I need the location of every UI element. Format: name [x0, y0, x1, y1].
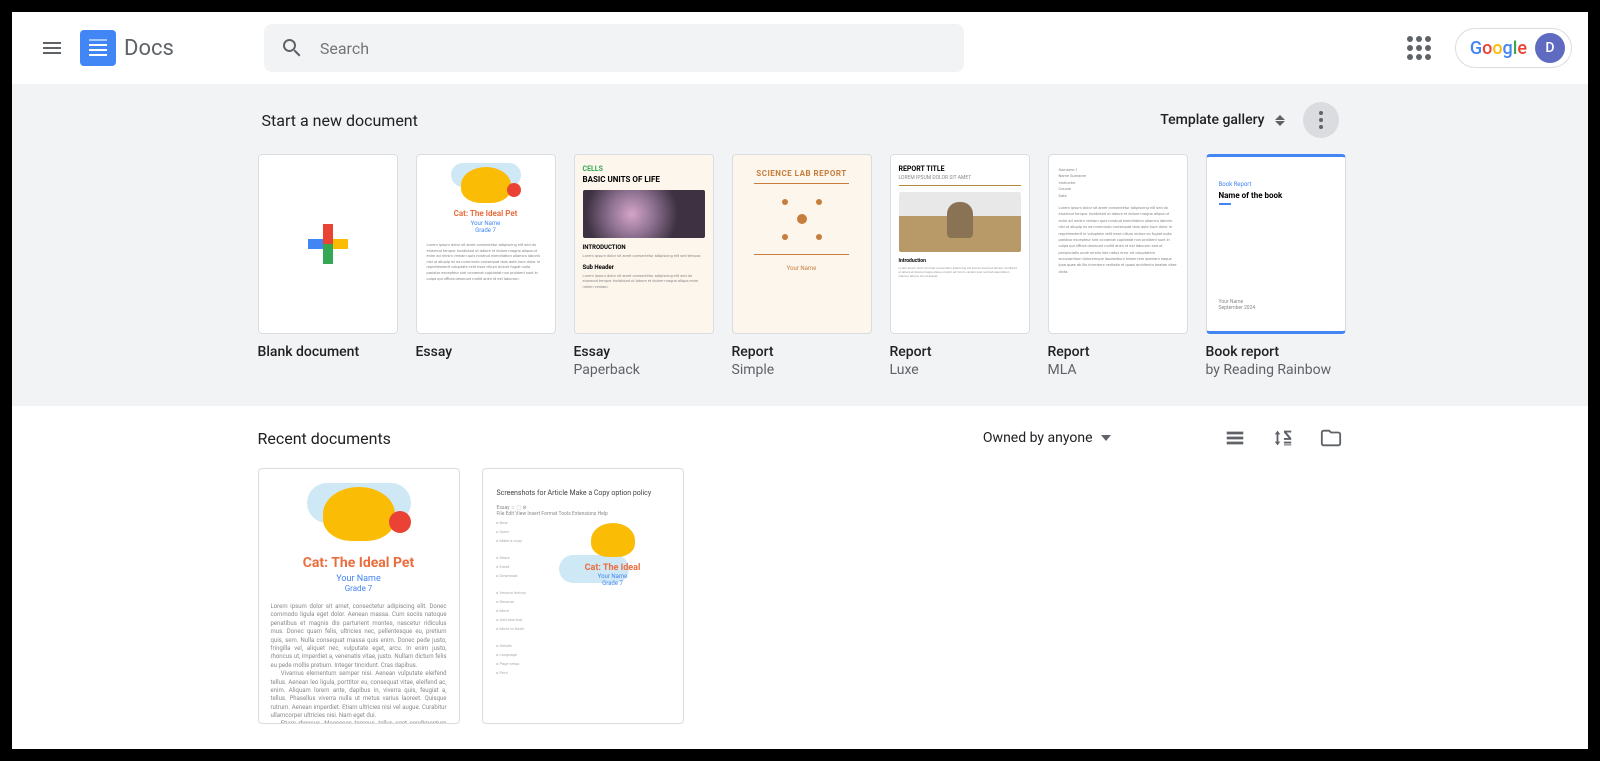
template-subtitle: Paperback: [574, 362, 714, 378]
template-name: Report: [890, 344, 1030, 360]
list-icon: [1224, 427, 1246, 449]
docs-logo-icon: [80, 30, 116, 66]
template-name: Report: [1048, 344, 1188, 360]
templates-row: Blank document Cat: The Ideal Pet Your N…: [258, 154, 1343, 378]
template-essay[interactable]: Cat: The Ideal Pet Your Name Grade 7 Lor…: [416, 154, 556, 378]
google-apps-button[interactable]: [1399, 28, 1439, 68]
sort-button[interactable]: [1271, 426, 1295, 450]
caret-down-icon: [1101, 435, 1111, 441]
header-right: Google D: [1399, 28, 1572, 68]
template-essay-paperback[interactable]: CELLS BASIC UNITS OF LIFE INTRODUCTION L…: [574, 154, 714, 378]
template-report-luxe[interactable]: REPORT TITLE LOREM IPSUM DOLOR SIT AMET …: [890, 154, 1030, 378]
folder-icon: [1320, 427, 1342, 449]
template-subtitle: by Reading Rainbow: [1206, 362, 1346, 378]
search-input[interactable]: [320, 39, 948, 58]
template-name: Essay: [416, 344, 556, 360]
plus-icon: [308, 224, 348, 264]
more-vert-icon: [1319, 111, 1323, 129]
hamburger-icon: [40, 36, 64, 60]
main-menu-button[interactable]: [28, 24, 76, 72]
template-book-report[interactable]: Book Report Name of the book Your NameSe…: [1206, 154, 1346, 378]
template-report-mla[interactable]: Surname 1Name SurnameInstructorCourseDat…: [1048, 154, 1188, 378]
sort-az-icon: [1272, 427, 1294, 449]
recent-document[interactable]: Screenshots for Article Make a Copy opti…: [482, 468, 684, 724]
template-name: Book report: [1206, 344, 1346, 360]
template-subtitle: Simple: [732, 362, 872, 378]
templates-title: Start a new document: [262, 111, 418, 130]
owner-filter-label: Owned by anyone: [983, 430, 1093, 446]
recent-section: Recent documents Owned by anyone Cat: Th…: [12, 406, 1588, 744]
template-gallery-label: Template gallery: [1160, 112, 1264, 128]
template-gallery-button[interactable]: Template gallery: [1160, 112, 1284, 128]
template-name: Report: [732, 344, 872, 360]
template-subtitle: MLA: [1048, 362, 1188, 378]
google-wordmark: Google: [1470, 38, 1527, 59]
recent-header: Recent documents Owned by anyone: [258, 426, 1343, 450]
templates-more-button[interactable]: [1303, 102, 1339, 138]
file-picker-button[interactable]: [1319, 426, 1343, 450]
view-actions: [1223, 426, 1343, 450]
recent-title: Recent documents: [258, 429, 391, 448]
templates-section: Start a new document Template gallery Bl…: [12, 84, 1588, 406]
app-logo-area[interactable]: Docs: [80, 30, 174, 66]
search-bar[interactable]: [264, 24, 964, 72]
user-avatar: D: [1535, 33, 1565, 63]
list-view-button[interactable]: [1223, 426, 1247, 450]
apps-grid-icon: [1407, 36, 1431, 60]
template-subtitle: Luxe: [890, 362, 1030, 378]
unfold-icon: [1275, 115, 1285, 126]
app-name: Docs: [124, 36, 174, 61]
owner-filter-dropdown[interactable]: Owned by anyone: [971, 430, 1123, 446]
recent-document[interactable]: Cat: The Ideal Pet Your Name Grade 7 Lor…: [258, 468, 460, 724]
template-report-simple[interactable]: SCIENCE LAB REPORT Your Name Report Simp…: [732, 154, 872, 378]
app-header: Docs Google D: [12, 12, 1588, 84]
template-name: Essay: [574, 344, 714, 360]
search-icon: [280, 36, 304, 60]
template-blank[interactable]: Blank document: [258, 154, 398, 378]
account-button[interactable]: Google D: [1455, 28, 1572, 68]
template-name: Blank document: [258, 344, 398, 360]
templates-header: Start a new document Template gallery: [258, 102, 1343, 138]
recent-row: Cat: The Ideal Pet Your Name Grade 7 Lor…: [258, 468, 1343, 724]
